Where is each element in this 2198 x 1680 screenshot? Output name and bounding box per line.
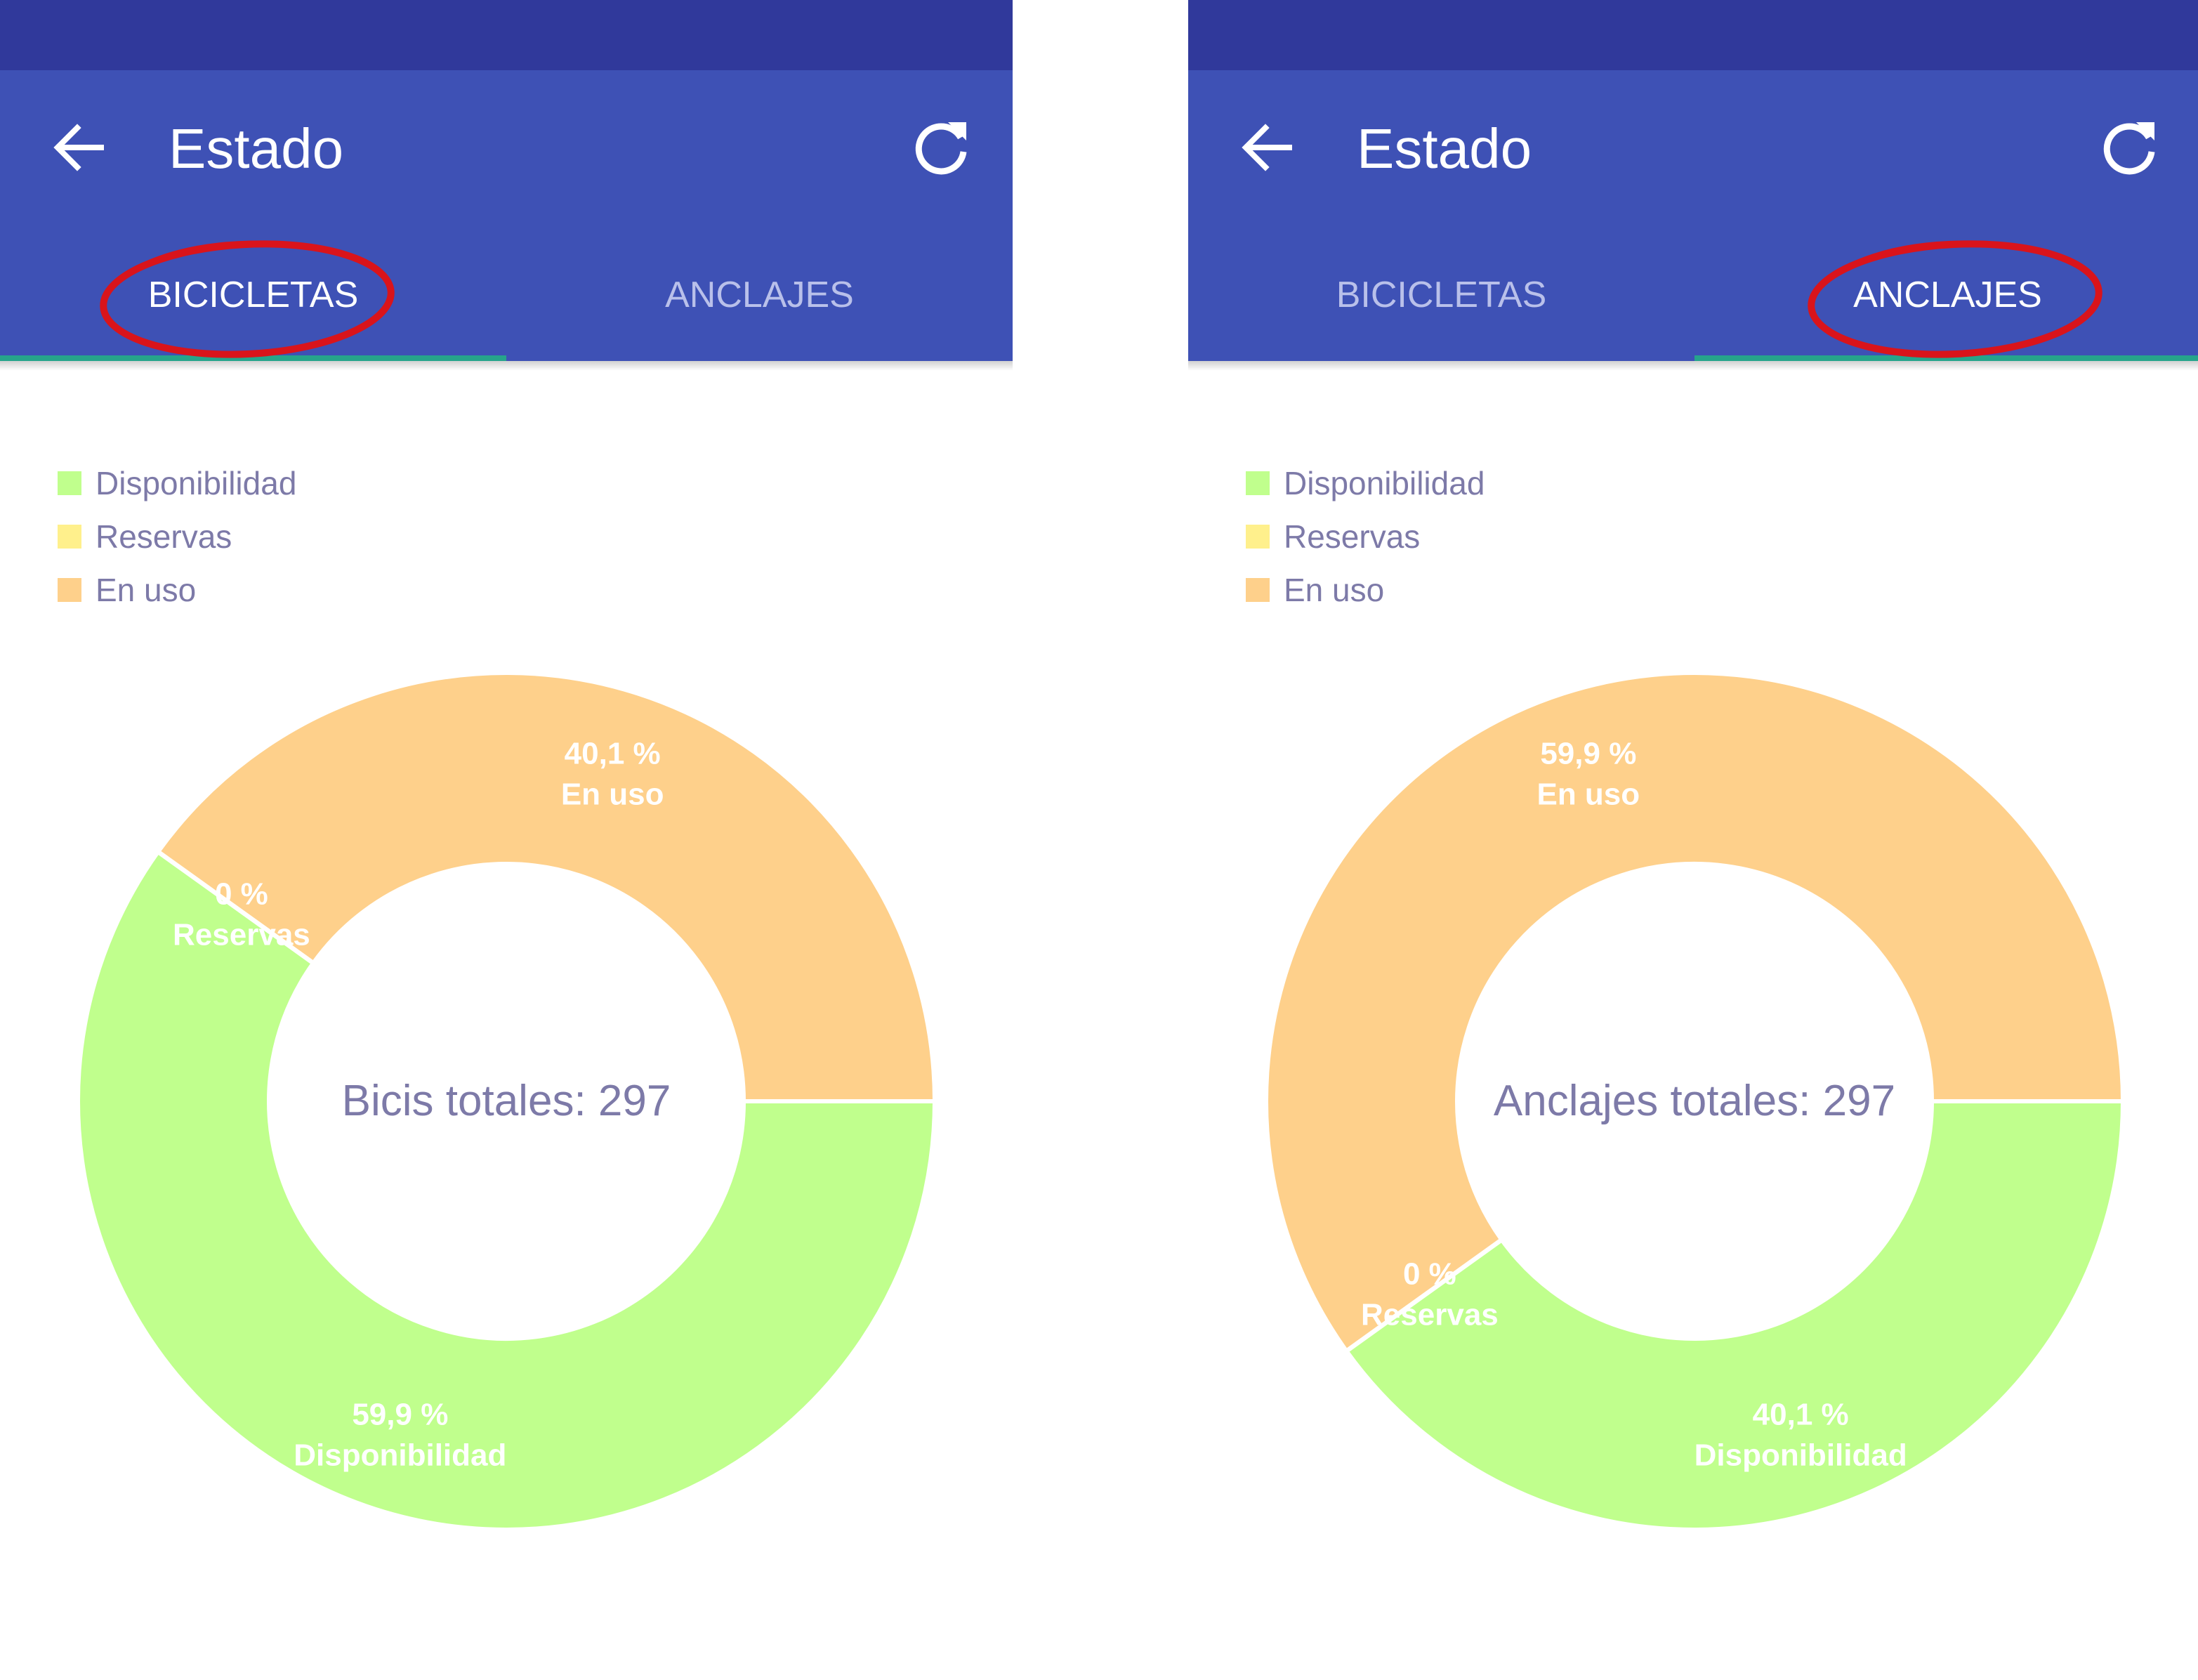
slice-category-label: Reservas xyxy=(173,918,310,952)
page-title: Estado xyxy=(169,117,344,180)
tab-indicator xyxy=(1694,355,2198,361)
legend-item-en-uso: En uso xyxy=(1246,563,1485,617)
screen-anclajes: Estado BICICLETAS ANCLAJES Disponibilida… xyxy=(1188,0,2198,1680)
legend-swatch xyxy=(58,578,81,602)
slice-value-label: 59,9 % xyxy=(352,1397,448,1431)
screen-bicicletas: Estado BICICLETAS ANCLAJES Disponibilida… xyxy=(0,0,1013,1680)
legend-item-reservas: Reservas xyxy=(58,510,296,563)
status-bar xyxy=(1188,0,2198,70)
tab-anclajes[interactable]: ANCLAJES xyxy=(506,260,1013,330)
center-total-label: Bicis totales: 297 xyxy=(342,1077,671,1125)
refresh-icon xyxy=(2103,122,2155,175)
back-button[interactable] xyxy=(44,112,114,183)
slice-category-label: Disponibilidad xyxy=(1694,1438,1907,1472)
legend-swatch xyxy=(1246,525,1270,549)
chart-legend: Disponibilidad Reservas En uso xyxy=(1246,457,1485,617)
refresh-button[interactable] xyxy=(906,112,976,183)
page-title: Estado xyxy=(1357,117,1532,180)
legend-item-en-uso: En uso xyxy=(58,563,296,617)
slice-value-label: 40,1 % xyxy=(565,737,661,771)
chart-legend: Disponibilidad Reservas En uso xyxy=(58,457,296,617)
legend-swatch xyxy=(58,525,81,549)
refresh-icon xyxy=(915,122,967,175)
slice-category-label: Reservas xyxy=(1361,1297,1499,1332)
tab-indicator xyxy=(0,355,506,361)
donut-chart: 59,9 % Disponibilidad 0 % Reservas 40,1 % En … xyxy=(0,632,1013,1587)
slice-value-label: 59,9 % xyxy=(1540,737,1636,771)
donut-chart: 40,1 % Disponibilidad 0 % Reservas 59,9 % En … xyxy=(1188,632,2198,1587)
back-button[interactable] xyxy=(1232,112,1302,183)
legend-item-disponibilidad: Disponibilidad xyxy=(1246,457,1485,510)
legend-swatch xyxy=(58,471,81,495)
tab-bicicletas[interactable]: BICICLETAS xyxy=(0,260,506,330)
slice-category-label: En uso xyxy=(561,777,664,812)
slice-value-label: 0 % xyxy=(215,877,268,912)
legend-item-reservas: Reservas xyxy=(1246,510,1485,563)
legend-swatch xyxy=(1246,471,1270,495)
refresh-button[interactable] xyxy=(2094,112,2164,183)
slice-category-label: Disponibilidad xyxy=(294,1438,506,1472)
slice-value-label: 40,1 % xyxy=(1753,1397,1849,1431)
tab-bicicletas[interactable]: BICICLETAS xyxy=(1188,260,1694,330)
legend-item-disponibilidad: Disponibilidad xyxy=(58,457,296,510)
legend-swatch xyxy=(1246,578,1270,602)
arrow-left-icon xyxy=(53,124,104,171)
slice-category-label: En uso xyxy=(1536,777,1640,812)
slice-value-label: 0 % xyxy=(1403,1256,1456,1291)
center-total-label: Anclajes totales: 297 xyxy=(1494,1077,1895,1125)
status-bar xyxy=(0,0,1013,70)
tab-anclajes[interactable]: ANCLAJES xyxy=(1694,260,2198,330)
arrow-left-icon xyxy=(1242,124,1292,171)
